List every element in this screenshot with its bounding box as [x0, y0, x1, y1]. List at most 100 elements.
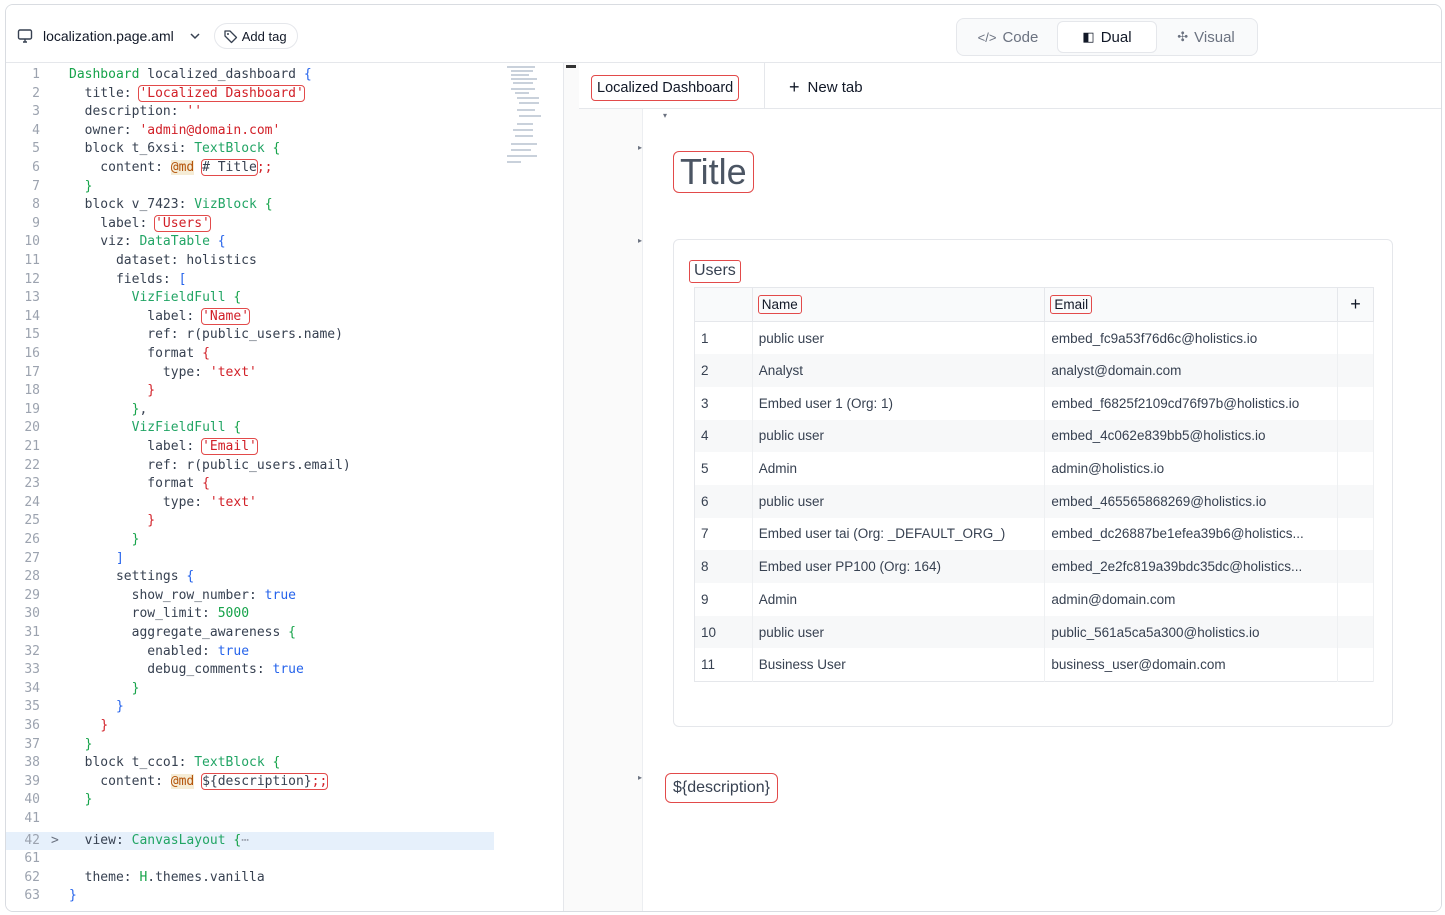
- title-text-block[interactable]: Title: [673, 151, 754, 193]
- new-tab-button[interactable]: + New tab: [789, 78, 863, 96]
- code-line[interactable]: 20 VizFieldFull {: [6, 419, 506, 438]
- table-row[interactable]: 5 Admin admin@holistics.io: [694, 452, 1374, 485]
- code-line[interactable]: 11 dataset: holistics: [6, 252, 506, 271]
- table-row[interactable]: 2 Analyst analyst@domain.com: [694, 354, 1374, 387]
- line-number: 17: [24, 364, 40, 380]
- editor-scrollbar[interactable]: [563, 63, 579, 911]
- code-line[interactable]: 30 row_limit: 5000: [6, 605, 506, 624]
- dashboard-canvas[interactable]: ▾ Title Users Name Email + 1 public user e: [643, 109, 1441, 911]
- table-row[interactable]: 10 public user public_561a5ca5a300@holisti…: [694, 615, 1374, 649]
- code-line[interactable]: 35 }: [6, 698, 506, 717]
- code-line[interactable]: 18 }: [6, 382, 506, 401]
- code-line[interactable]: 28 settings {: [6, 568, 506, 587]
- block-handle-icon[interactable]: ▸: [638, 773, 642, 782]
- code-line[interactable]: 61: [6, 850, 506, 869]
- code-line[interactable]: 62 theme: H.themes.vanilla: [6, 869, 506, 888]
- code-line[interactable]: 5 block t_6xsi: TextBlock {: [6, 140, 506, 159]
- table-row[interactable]: 3 Embed user 1 (Org: 1) embed_f6825f2109cd…: [694, 386, 1374, 420]
- empty-cell: [1337, 452, 1374, 485]
- table-row[interactable]: 6 public user embed_465565868269@holistics…: [694, 484, 1374, 518]
- code-line[interactable]: 23 format {: [6, 475, 506, 494]
- add-tag-button[interactable]: Add tag: [213, 23, 298, 49]
- scrollbar-thumb[interactable]: [566, 65, 576, 68]
- column-header-email[interactable]: Email: [1044, 287, 1339, 322]
- code-line[interactable]: 25 }: [6, 512, 506, 531]
- code-line[interactable]: 40 }: [6, 791, 506, 810]
- table-row[interactable]: 11 Business User business_user@domain.com: [694, 648, 1374, 682]
- line-number: 27: [24, 550, 40, 566]
- code-line-folded[interactable]: 42 > view: CanvasLayout {⋯: [6, 831, 494, 851]
- code-editor[interactable]: 1 Dashboard localized_dashboard { 2 title…: [6, 63, 563, 911]
- code-line[interactable]: 10 viz: DataTable {: [6, 233, 506, 252]
- column-header-name[interactable]: Name: [752, 287, 1046, 322]
- line-number: 6: [32, 160, 40, 175]
- code-line[interactable]: 6 content: @md # Title;;: [6, 159, 506, 178]
- code-line[interactable]: 29 show_row_number: true: [6, 587, 506, 606]
- code-line[interactable]: 21 label: 'Email': [6, 438, 506, 457]
- code-line[interactable]: 27 ]: [6, 550, 506, 569]
- code-line[interactable]: 26 }: [6, 531, 506, 550]
- code-line[interactable]: 17 type: 'text': [6, 364, 506, 383]
- code-line[interactable]: 9 label: 'Users': [6, 214, 506, 234]
- table-row[interactable]: 8 Embed user PP100 (Org: 164) embed_2e2fc8…: [694, 550, 1374, 583]
- code-mode-label: Code: [1002, 28, 1039, 46]
- empty-cell: [1337, 386, 1374, 420]
- file-selector[interactable]: localization.page.aml Add tag: [17, 23, 298, 49]
- code-line[interactable]: 7 }: [6, 178, 506, 197]
- line-number: 19: [24, 401, 40, 417]
- code-line[interactable]: 41: [6, 810, 506, 829]
- collapse-arrow-icon[interactable]: ▾: [663, 111, 667, 120]
- block-handle-icon[interactable]: ▸: [638, 236, 642, 245]
- line-number: 4: [32, 122, 40, 138]
- code-line[interactable]: 12 fields: [: [6, 271, 506, 290]
- block-handle-icon[interactable]: ▸: [638, 143, 642, 152]
- code-line[interactable]: 1 Dashboard localized_dashboard {: [6, 66, 506, 85]
- email-cell: admin@holistics.io: [1044, 452, 1339, 485]
- code-line[interactable]: 38 block t_cco1: TextBlock {: [6, 754, 506, 773]
- code-line[interactable]: 37 }: [6, 736, 506, 755]
- fold-chevron-icon[interactable]: >: [51, 832, 59, 851]
- email-cell: public_561a5ca5a300@holistics.io: [1044, 615, 1339, 649]
- line-number: 13: [24, 290, 40, 306]
- code-line[interactable]: 33 debug_comments: true: [6, 661, 506, 680]
- line-number: 23: [24, 476, 40, 492]
- line-number: 18: [24, 383, 40, 399]
- code-line[interactable]: 14 label: 'Name': [6, 307, 506, 327]
- code-line[interactable]: 2 title: 'Localized Dashboard': [6, 84, 506, 104]
- line-number: 31: [24, 625, 40, 640]
- code-minimap[interactable]: [503, 63, 561, 173]
- code-line[interactable]: 22 ref: r(public_users.email): [6, 457, 506, 476]
- table-row[interactable]: 7 Embed user tai (Org: _DEFAULT_ORG_) embe…: [694, 517, 1374, 551]
- code-line[interactable]: 34 }: [6, 680, 506, 699]
- code-line[interactable]: 16 format {: [6, 345, 506, 364]
- tab-localized-dashboard[interactable]: Localized Dashboard: [591, 75, 740, 101]
- code-line[interactable]: 13 VizFieldFull {: [6, 289, 506, 308]
- code-line[interactable]: 4 owner: 'admin@domain.com': [6, 122, 506, 141]
- code-line[interactable]: 36 }: [6, 717, 506, 736]
- code-line[interactable]: 32 enabled: true: [6, 643, 506, 662]
- file-name[interactable]: localization.page.aml: [43, 28, 174, 44]
- table-row[interactable]: 9 Admin admin@domain.com: [694, 583, 1374, 616]
- add-column-button[interactable]: +: [1337, 287, 1374, 322]
- code-line[interactable]: 24 type: 'text': [6, 494, 506, 513]
- code-line[interactable]: 39 content: @md ${description};;: [6, 772, 506, 792]
- code-line[interactable]: 15 ref: r(public_users.name): [6, 326, 506, 345]
- code-line[interactable]: 3 description: '': [6, 103, 506, 122]
- email-cell: admin@domain.com: [1044, 583, 1339, 616]
- code-line[interactable]: 19 },: [6, 401, 506, 420]
- visual-mode-button[interactable]: ✣ Visual: [1157, 21, 1255, 53]
- add-tag-label: Add tag: [241, 28, 287, 44]
- code-line[interactable]: 8 block v_7423: VizBlock {: [6, 196, 506, 215]
- dual-mode-button[interactable]: ◧ Dual: [1057, 21, 1157, 53]
- code-line[interactable]: 31 aggregate_awareness {: [6, 624, 506, 643]
- line-number: 62: [24, 869, 40, 885]
- code-mode-button[interactable]: </> Code: [959, 21, 1057, 53]
- description-text-block[interactable]: ${description}: [665, 773, 778, 803]
- line-number: 28: [24, 569, 40, 585]
- users-viz-block[interactable]: Users Name Email + 1 public user embed_fc9…: [673, 239, 1393, 727]
- code-line[interactable]: 63}: [6, 887, 506, 906]
- name-cell: Embed user 1 (Org: 1): [752, 386, 1046, 420]
- chevron-down-icon[interactable]: [188, 29, 202, 43]
- table-row[interactable]: 1 public user embed_fc9a53f76d6c@holistics…: [694, 321, 1374, 355]
- table-row[interactable]: 4 public user embed_4c062e839bb5@holistics…: [694, 419, 1374, 453]
